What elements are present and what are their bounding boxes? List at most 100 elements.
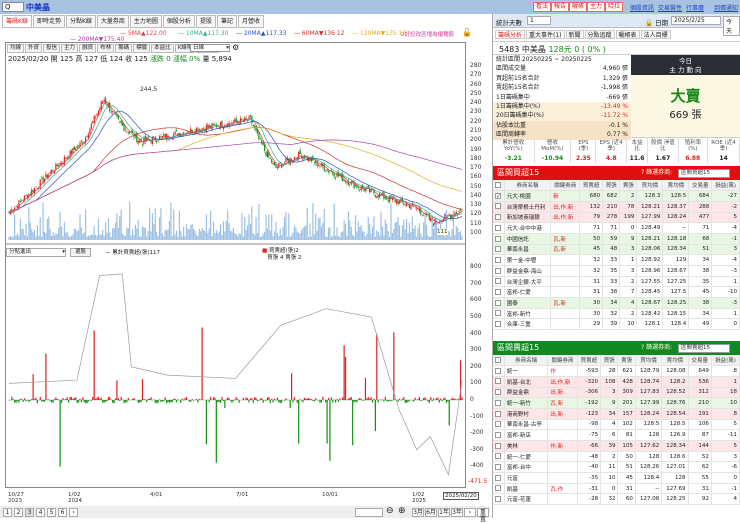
lower-select[interactable]: 分點進出▾ (6, 248, 66, 257)
page-5[interactable]: 5 (47, 508, 56, 517)
right-tab-3[interactable]: 分點追蹤 (585, 30, 615, 39)
row-checkbox[interactable] (493, 408, 504, 419)
header-link-2[interactable]: 行事曆 (686, 3, 704, 12)
table-row[interactable]: 元富-花蓮-283260127.08128.25924 (493, 494, 740, 505)
buy-filter-select[interactable]: 區間買超15 (678, 169, 730, 178)
row-checkbox[interactable] (493, 266, 504, 277)
broker-name[interactable]: 台灣摩根士丹利 (504, 201, 551, 212)
table-row[interactable]: 新加坡商瑞銀出,作,新79278199127.99128.244775 (493, 212, 740, 223)
col-header[interactable]: 損益(萬) (711, 355, 739, 366)
broker-name[interactable]: 元富 (504, 473, 547, 484)
header-button-3[interactable]: 主力 (587, 2, 605, 12)
broker-name[interactable]: 中國信託 (504, 233, 551, 244)
table-row[interactable]: 富邦-台中-401151128.26127.0162-6 (493, 462, 740, 473)
right-tab-1[interactable]: 重大事件(1) (526, 30, 565, 39)
row-checkbox[interactable] (493, 419, 504, 430)
table-row[interactable]: 國泰瓦,新30344128.67128.2538-3 (493, 298, 740, 309)
table-row[interactable]: 群益金鼎出,新-3063309127.83128.5231218 (493, 387, 740, 398)
broker-name[interactable]: 統一-仁愛 (504, 451, 547, 462)
table-row[interactable]: 統一-仁愛-48250128128.6523 (493, 451, 740, 462)
right-tab-4[interactable]: 曬帳表 (616, 30, 640, 39)
table-row[interactable]: 富邦-新竹30322128.42128.15341 (493, 308, 740, 319)
table-row[interactable]: 第一金-中壢32331128.9212934-4 (493, 255, 740, 266)
table-row[interactable]: 台灣企銀-大平31332127.55127.25351 (493, 276, 740, 287)
row-checkbox[interactable] (493, 376, 504, 387)
col-header[interactable]: 券商名稱 (504, 355, 547, 366)
header-button-0[interactable]: 看法 (533, 2, 551, 12)
table-row[interactable]: 富邦-新店-75681128126.987-11 (493, 430, 740, 441)
select-all-checkbox[interactable] (493, 180, 504, 191)
col-header[interactable]: 買張 (601, 355, 618, 366)
header-link-1[interactable]: 交易醫性 (658, 3, 682, 12)
select-all-checkbox[interactable] (493, 355, 504, 366)
row-checkbox[interactable] (493, 244, 504, 255)
header-button-4[interactable]: 哈拉 (605, 2, 623, 12)
broker-name[interactable]: 第一金-中壢 (504, 255, 551, 266)
page-3[interactable]: 3 (25, 508, 34, 517)
header-link-0[interactable]: 個股資訊 (630, 3, 654, 12)
page-1[interactable]: 1 (3, 508, 12, 517)
table-row[interactable]: 合庫-三重293910128.1128.4490 (493, 319, 740, 330)
table-row[interactable]: 群益金鼎-海山32353128.96128.6738-3 (493, 266, 740, 277)
row-checkbox[interactable] (493, 483, 504, 494)
range-3[interactable]: 3年 (451, 508, 463, 517)
header-link-3[interactable]: 到價通知 (714, 3, 738, 12)
col-header[interactable]: 交易量 (688, 355, 711, 366)
table-row[interactable]: 台灣摩根士丹利出,作,新13221078128.21128.37288-2 (493, 201, 740, 212)
date-input[interactable]: 2025/2/25 (671, 16, 721, 25)
row-checkbox[interactable] (493, 387, 504, 398)
today-button[interactable]: 今天 (723, 16, 740, 36)
right-tab-0[interactable]: 籌碼分析 (495, 30, 525, 39)
row-checkbox[interactable] (493, 430, 504, 441)
row-checkbox[interactable] (493, 319, 504, 330)
broker-name[interactable]: 統一-新竹 (504, 398, 547, 409)
row-checkbox[interactable] (493, 494, 504, 505)
col-header[interactable]: 賣張 (620, 180, 637, 191)
col-header[interactable]: 買賣超 (577, 355, 600, 366)
broker-name[interactable]: 富邦-新竹 (504, 308, 551, 319)
row-checkbox[interactable] (493, 223, 504, 234)
broker-name[interactable]: 台灣企銀-大平 (504, 276, 551, 287)
row-checkbox[interactable] (493, 287, 504, 298)
table-row[interactable]: ✓元大-桃園新6806822128.3128.5684-27 (493, 191, 740, 202)
header-button-2[interactable]: 曬帳 (569, 2, 587, 12)
row-checkbox[interactable] (493, 255, 504, 266)
pick-stock-button[interactable]: 選股 (70, 248, 91, 257)
broker-name[interactable]: 群益金鼎-海山 (504, 266, 551, 277)
col-header[interactable]: 買張 (603, 180, 620, 191)
broker-name[interactable]: 華南永昌-古亭 (504, 419, 547, 430)
col-header[interactable]: 買均價 (637, 180, 663, 191)
broker-name[interactable]: 富邦-仁愛 (504, 287, 551, 298)
broker-name[interactable]: 國泰 (504, 298, 551, 309)
col-header[interactable]: 賣張 (618, 355, 635, 366)
broker-name[interactable]: 元富-花蓮 (504, 494, 547, 505)
zoom-out-icon[interactable]: ⊖ (386, 506, 394, 516)
table-row[interactable]: 華南永昌瓦,新45483128.06128.34513 (493, 244, 740, 255)
col-header[interactable]: 買賣超 (580, 180, 603, 191)
col-header[interactable]: 券商名稱 (504, 180, 551, 191)
row-checkbox[interactable] (493, 398, 504, 409)
broker-name[interactable]: 元大-桃園 (504, 191, 551, 202)
row-checkbox[interactable] (493, 233, 504, 244)
col-header[interactable]: 賣均價 (663, 180, 689, 191)
right-tab-5[interactable]: 法人目標 (641, 30, 671, 39)
range-1[interactable]: 6月 (425, 508, 437, 517)
page-4[interactable]: 4 (36, 508, 45, 517)
days-select[interactable]: 1 (527, 16, 551, 25)
broker-name[interactable]: 新加坡商瑞銀 (504, 212, 551, 223)
page-›[interactable]: › (69, 508, 78, 517)
col-header[interactable]: 買均價 (635, 355, 661, 366)
row-checkbox[interactable] (493, 308, 504, 319)
range-2[interactable]: 1年 (438, 508, 450, 517)
broker-name[interactable]: 富邦-台中 (504, 462, 547, 473)
col-header[interactable]: 賣均價 (662, 355, 688, 366)
range-4[interactable]: › (464, 508, 476, 517)
row-checkbox[interactable] (493, 212, 504, 223)
table-row[interactable]: 統一-新竹瓦,新-1929201127.99128.7621010 (493, 398, 740, 409)
zoom-in-icon[interactable]: ⊕ (398, 506, 406, 516)
page-6[interactable]: 6 (58, 508, 67, 517)
broker-name[interactable]: 凱基-台北 (504, 376, 547, 387)
row-checkbox[interactable] (493, 441, 504, 452)
table-row[interactable]: 富邦-仁愛31387128.45127.545-10 (493, 287, 740, 298)
table-row[interactable]: 中國信託瓦,新50599128.21128.1868-1 (493, 233, 740, 244)
